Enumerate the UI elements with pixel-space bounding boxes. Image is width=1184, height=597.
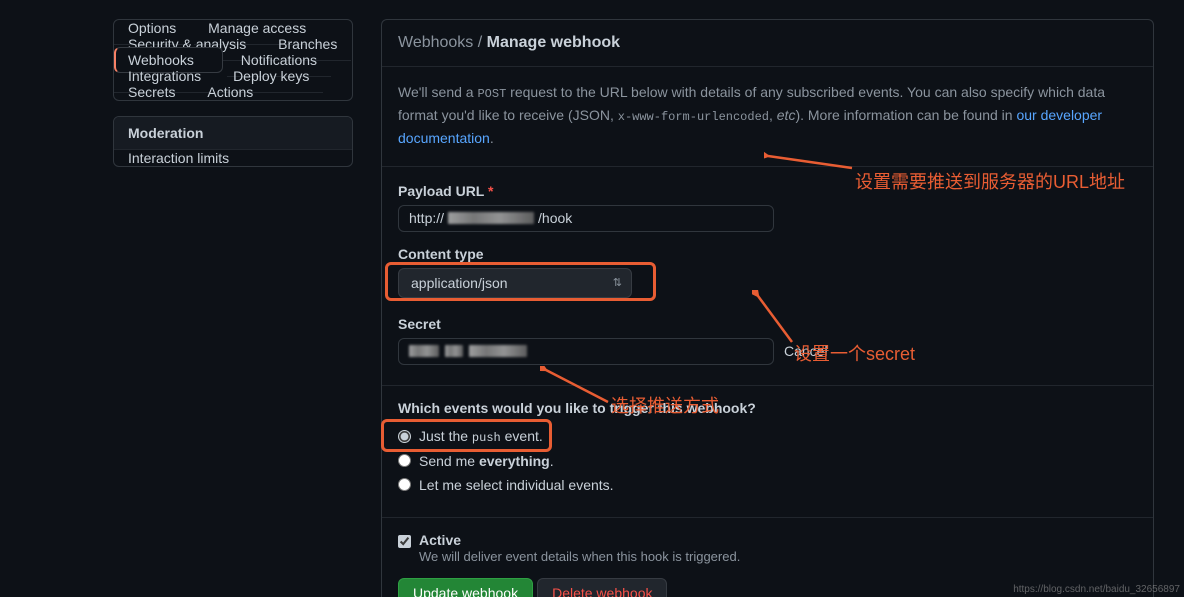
payload-url-input[interactable]: http:///hook	[398, 205, 774, 232]
intro-text: We'll send a POST request to the URL bel…	[382, 67, 1153, 167]
content-type-label: Content type	[398, 246, 1137, 262]
radio-individual-input[interactable]	[398, 478, 411, 491]
settings-sidebar: Options Manage access Security & analysi…	[113, 19, 353, 597]
redacted-host	[448, 212, 534, 224]
method-code: POST	[477, 87, 506, 101]
secret-input[interactable]	[398, 338, 774, 365]
secret-cancel-link[interactable]: Cancel	[784, 343, 828, 359]
delete-webhook-button[interactable]: Delete webhook	[537, 578, 667, 597]
radio-just-push-input[interactable]	[398, 430, 411, 443]
secret-field: Secret Cancel	[398, 316, 1137, 365]
payload-url-label: Payload URL *	[398, 183, 1137, 199]
breadcrumb-root[interactable]: Webhooks	[398, 34, 473, 51]
sidebar-item-interaction-limits[interactable]: Interaction limits	[114, 142, 243, 167]
content-type-select[interactable]: application/json	[398, 268, 632, 298]
radio-just-push[interactable]: Just the push event.	[398, 428, 1137, 445]
watermark: https://blog.csdn.net/baidu_32656897	[1013, 584, 1180, 595]
events-group: Which events would you like to trigger t…	[382, 386, 1153, 518]
redacted-secret	[409, 345, 439, 357]
breadcrumb-current: Manage webhook	[487, 34, 620, 51]
breadcrumb: Webhooks / Manage webhook	[382, 20, 1153, 67]
active-checkbox[interactable]	[398, 535, 411, 548]
radio-everything-input[interactable]	[398, 454, 411, 467]
events-title: Which events would you like to trigger t…	[398, 400, 1137, 416]
secret-label: Secret	[398, 316, 1137, 332]
payload-url-field: Payload URL * http:///hook	[398, 183, 1137, 232]
encoding-code: x-www-form-urlencoded	[618, 110, 769, 124]
active-desc: We will deliver event details when this …	[419, 549, 740, 564]
sidebar-menu-main: Options Manage access Security & analysi…	[113, 19, 353, 101]
sidebar-item-actions[interactable]: Actions	[193, 76, 267, 101]
radio-individual[interactable]: Let me select individual events.	[398, 477, 1137, 493]
update-webhook-button[interactable]: Update webhook	[398, 578, 533, 597]
sidebar-item-secrets[interactable]: Secrets	[114, 76, 189, 101]
radio-everything[interactable]: Send me everything.	[398, 453, 1137, 469]
content-type-field: Content type application/json ⇅	[398, 246, 1137, 298]
webhook-panel: Webhooks / Manage webhook We'll send a P…	[381, 19, 1154, 597]
active-label: Active	[419, 532, 740, 548]
sidebar-menu-moderation: Moderation Interaction limits	[113, 116, 353, 167]
